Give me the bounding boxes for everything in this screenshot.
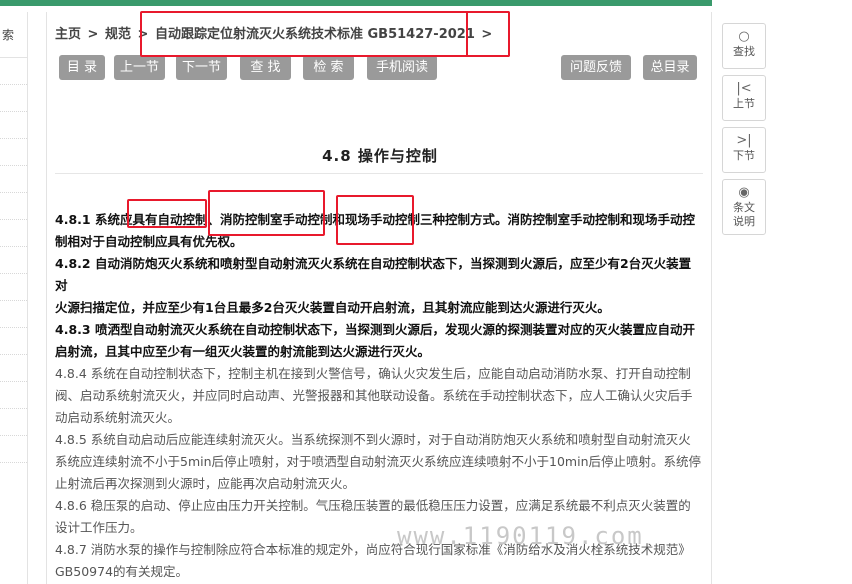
clause-line: 阀、启动系统射流灭火，并应同时启动声、光警报器和其他联动设备。系统在手动控制状态… — [55, 388, 693, 403]
eye-icon: ◉ — [738, 185, 750, 200]
breadcrumb-title-highlight-box — [140, 11, 510, 57]
clause-paragraph: 4.8.4 系统在自动控制状态下，控制主机在接到火警信号，确认火灾发生后，应能自… — [55, 363, 701, 429]
tool-prev-section-button[interactable]: |< 上节 — [722, 75, 766, 121]
left-sidebar: 索 — [0, 12, 28, 584]
clause-line: 4.8.4 系统在自动控制状态下，控制主机在接到火警信号，确认火灾发生后，应能自… — [55, 366, 691, 381]
sidebar-row[interactable] — [0, 247, 27, 274]
sidebar-row[interactable] — [0, 58, 27, 85]
clause-line: 系统应连续射流不小于5min后停止喷射，对于喷洒型自动射流灭火系统应连续喷射不小… — [55, 454, 702, 469]
section-title: 4.8 操作与控制 — [322, 147, 438, 165]
clause-line: 4.8.5 系统自动启动后应能连续射流灭火。当系统探测不到火源时，对于自动消防炮… — [55, 432, 691, 447]
prev-section-icon: |< — [736, 81, 752, 96]
toc-button[interactable]: 目 录 — [59, 55, 105, 80]
sidebar-row[interactable] — [0, 112, 27, 139]
tool-search-button[interactable]: ○ 查找 — [722, 23, 766, 69]
breadcrumb-home-link[interactable]: 主页 — [55, 27, 81, 42]
title-divider — [55, 173, 703, 174]
tool-label: 条文 — [733, 201, 755, 214]
onsite-manual-highlight-box — [336, 195, 414, 245]
clause-paragraph: 4.8.3 喷洒型自动射流灭火系统在自动控制状态下，当探测到火源后，发现火源的探… — [55, 319, 701, 363]
clause-line: 动启动系统射流灭火。 — [55, 410, 181, 425]
full-toc-button[interactable]: 总目录 — [643, 55, 697, 80]
search-button[interactable]: 检 索 — [303, 55, 354, 80]
sidebar-row[interactable] — [0, 220, 27, 247]
breadcrumb-separator: > — [87, 27, 99, 42]
clause-paragraph: 4.8.2 自动消防炮灭火系统和喷射型自动射流灭火系统在自动控制状态下，当探测到… — [55, 253, 701, 319]
clause-line: 4.8.3 喷洒型自动射流灭火系统在自动控制状态下，当探测到火源后，发现火源的探… — [55, 322, 695, 337]
tool-label: 上节 — [733, 97, 755, 110]
sidebar-row[interactable] — [0, 139, 27, 166]
clause-line: 4.8.6 稳压泵的启动、停止应由压力开关控制。气压稳压装置的最低稳压压力设置，… — [55, 498, 691, 513]
sidebar-row[interactable] — [0, 166, 27, 193]
sidebar-row[interactable] — [0, 85, 27, 112]
sidebar-row[interactable] — [0, 355, 27, 382]
clause-line: 启射流，且其中应至少有一组灭火装置的射流能到达火源进行灭火。 — [55, 344, 431, 359]
main-content-panel: 主页 > 规范 > 自动跟踪定位射流灭火系统技术标准 GB51427-2021 … — [46, 12, 712, 584]
watermark: www.1190119.com — [397, 522, 644, 550]
sidebar-row[interactable] — [0, 301, 27, 328]
sidebar-row[interactable] — [0, 436, 27, 463]
next-section-button[interactable]: 下一节 — [176, 55, 227, 80]
tool-eye-button[interactable]: ◉ 条文 说明 — [722, 179, 766, 235]
clause-line: 火源扫描定位，并应至少有1台且最多2台灭火装置自动开启射流，且其射流应能到达火源… — [55, 300, 610, 315]
find-button[interactable]: 查 找 — [240, 55, 291, 80]
sidebar-search-button[interactable]: 索 — [0, 12, 27, 58]
clause-line: 4.8.2 自动消防炮灭火系统和喷射型自动射流灭火系统在自动控制状态下，当探测到… — [55, 256, 692, 293]
sidebar-row[interactable] — [0, 382, 27, 409]
sidebar-row[interactable] — [0, 274, 27, 301]
fire-control-room-highlight-box — [208, 190, 325, 236]
clause-line: 止射流后再次探测到火源时，应能再次启动射流灭火。 — [55, 476, 356, 491]
feedback-button[interactable]: 问题反馈 — [561, 55, 631, 80]
clause-line: GB50974的有关规定。 — [55, 564, 189, 579]
sidebar-row[interactable] — [0, 193, 27, 220]
sidebar-row[interactable] — [0, 328, 27, 355]
tool-label: 查找 — [733, 45, 755, 58]
tool-label: 说明 — [733, 215, 755, 228]
right-toolbar: ○ 查找 |< 上节 >| 下节 ◉ 条文 说明 — [722, 23, 766, 241]
tool-label: 下节 — [733, 149, 755, 162]
tool-next-section-button[interactable]: >| 下节 — [722, 127, 766, 173]
breadcrumb-section-link[interactable]: 规范 — [105, 27, 131, 42]
clause-paragraph: 4.8.5 系统自动启动后应能连续射流灭火。当系统探测不到火源时，对于自动消防炮… — [55, 429, 701, 495]
mobile-read-button[interactable]: 手机阅读 — [367, 55, 437, 80]
prev-section-button[interactable]: 上一节 — [114, 55, 165, 80]
next-section-icon: >| — [736, 133, 752, 148]
sidebar-row[interactable] — [0, 409, 27, 436]
search-icon: ○ — [738, 29, 750, 44]
auto-control-highlight-box — [127, 199, 207, 228]
top-accent-bar — [0, 0, 712, 6]
